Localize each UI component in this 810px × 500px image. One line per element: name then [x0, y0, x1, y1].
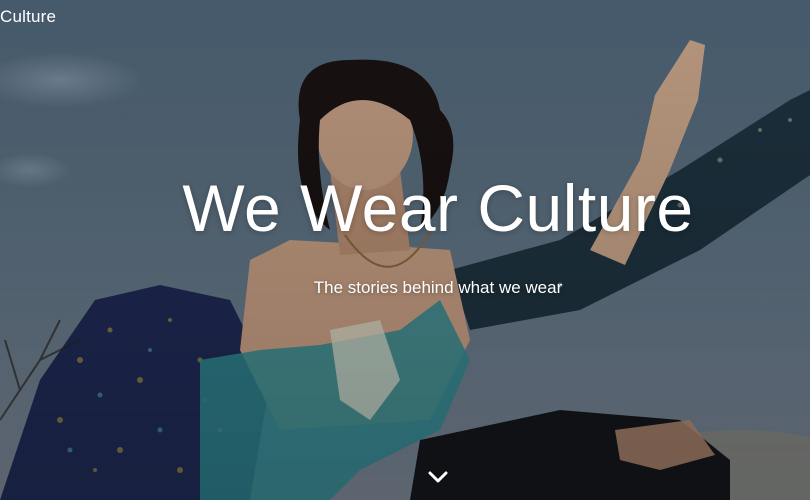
brand-link[interactable]: Culture	[0, 6, 56, 28]
page-title: We Wear Culture	[182, 171, 694, 245]
chevron-down-icon	[428, 471, 448, 483]
hero-scrim	[0, 0, 810, 500]
hero-banner: Culture We Wear Culture The stories behi…	[0, 0, 810, 500]
page-subtitle: The stories behind what we wear	[313, 278, 563, 297]
scroll-down-button[interactable]	[425, 466, 451, 488]
